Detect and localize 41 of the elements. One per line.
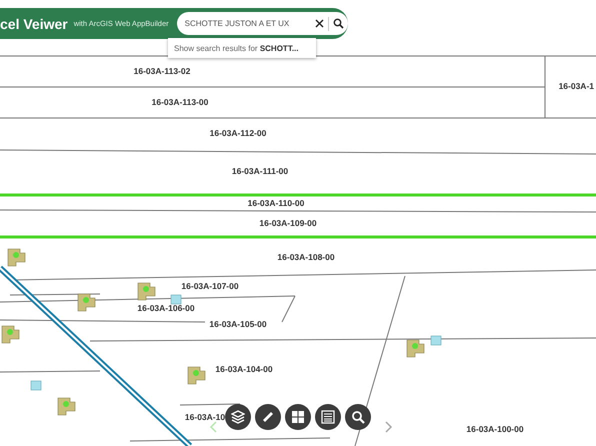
grid-button[interactable] (285, 404, 311, 430)
list-icon (321, 410, 335, 424)
search-button[interactable] (333, 18, 344, 29)
structure-icon (170, 294, 182, 304)
structure-icon (30, 380, 42, 390)
parcel-label: 16-03A-113-00 (152, 97, 208, 107)
parcel-line (180, 404, 240, 406)
parcel-label: 16-03A-111-00 (232, 166, 288, 176)
grid-icon (291, 410, 305, 424)
app-title: cel Veiwer (0, 16, 68, 32)
building-icon (58, 398, 76, 416)
search-suggestion[interactable]: Show search results for SCHOTT... (174, 44, 298, 52)
parcel-label: 16-03A-104-00 (215, 364, 273, 374)
parcel-label: 16-03A-113-02 (134, 66, 190, 76)
building-icon (8, 248, 26, 266)
parcel-label: 16-03A-1 (558, 81, 594, 91)
parcel-label: 16-03A-100-00 (466, 424, 524, 434)
building-icon (78, 294, 96, 312)
structure-icon (430, 336, 442, 346)
parcel-label: 16-03A-110-00 (248, 198, 304, 208)
list-button[interactable] (315, 404, 341, 430)
clear-button[interactable] (315, 19, 324, 28)
building-icon (2, 326, 20, 344)
layers-button[interactable] (225, 404, 251, 430)
parcel-label: 16-03A-10 (184, 412, 226, 422)
parcel-label: 16-03A-106-00 (137, 303, 195, 313)
search-box[interactable]: SCHOTTE JUSTON A ET UX (176, 12, 348, 35)
measure-button[interactable] (255, 404, 281, 430)
search-field[interactable]: SCHOTTE JUSTON A ET UX (184, 19, 311, 28)
building-icon (138, 282, 156, 300)
layers-icon (231, 410, 245, 424)
building-icon (188, 366, 206, 384)
building-icon (406, 340, 424, 358)
parcel-label: 16-03A-112-00 (210, 128, 266, 138)
parcel-label: 16-03A-107-00 (181, 281, 239, 291)
ruler-icon (261, 410, 275, 424)
parcel-label: 16-03A-105-00 (209, 319, 267, 329)
search-icon (351, 410, 365, 424)
parcel-label: 16-03A-108-00 (277, 252, 335, 262)
search-button[interactable] (345, 404, 371, 430)
parcel-label: 16-03A-109-00 (259, 218, 317, 228)
